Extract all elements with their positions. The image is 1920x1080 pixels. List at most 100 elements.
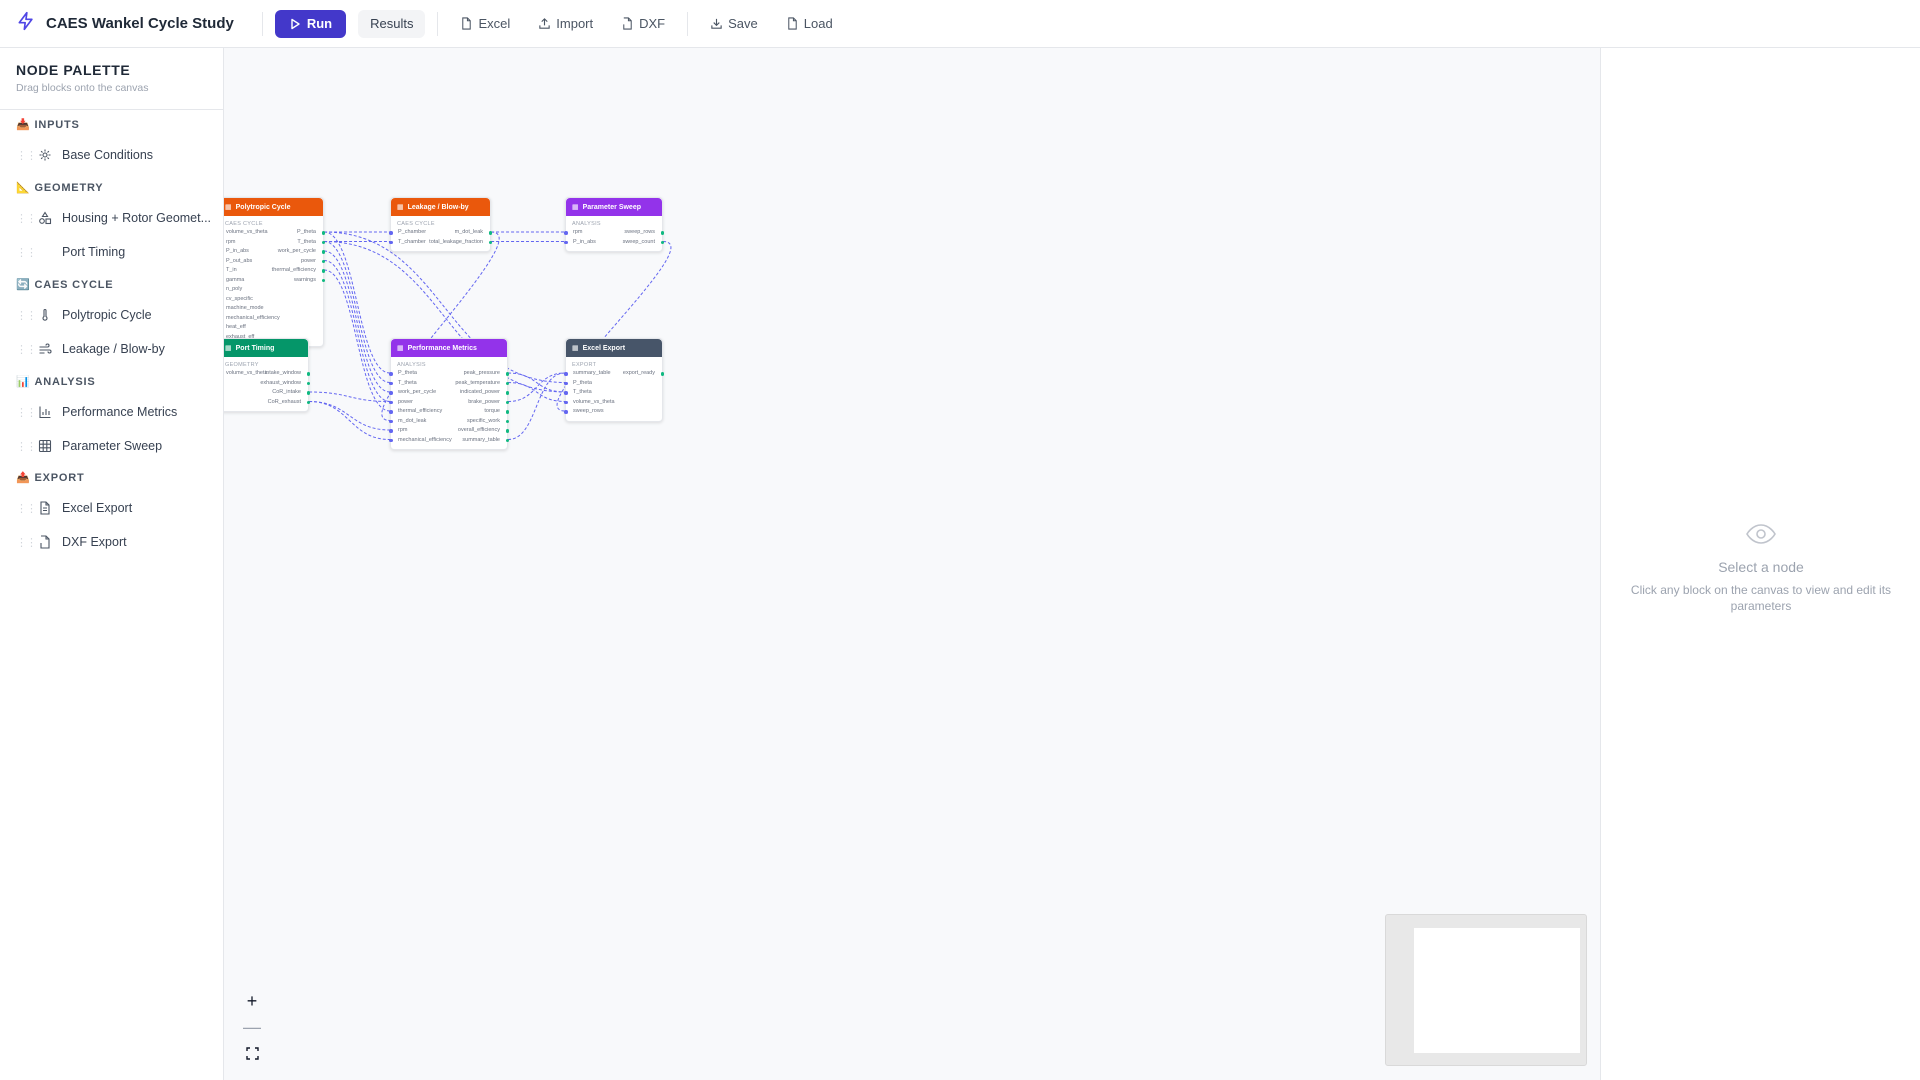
connection-wire[interactable] bbox=[308, 401, 391, 440]
connection-wire[interactable] bbox=[507, 372, 566, 402]
brand: CAES Wankel Cycle Study bbox=[16, 11, 234, 36]
node-title: Parameter Sweep bbox=[582, 203, 641, 211]
input-port-label: sweep_rows bbox=[573, 408, 604, 414]
flow-node-polytropic[interactable]: ▦ Polytropic Cycle CAES CYCLE volume_vs_the… bbox=[224, 197, 325, 347]
output-port-label: summary_table bbox=[462, 436, 500, 443]
run-button[interactable]: Run bbox=[274, 9, 347, 38]
output-port-label: sweep_rows bbox=[624, 229, 655, 235]
palette-item-leakage-blow-by[interactable]: ⋮⋮ Leakage / Blow-by bbox=[16, 336, 216, 362]
output-handle[interactable] bbox=[321, 269, 325, 273]
output-handle[interactable] bbox=[660, 240, 664, 244]
output-handle[interactable] bbox=[660, 231, 664, 235]
output-handle[interactable] bbox=[321, 278, 325, 282]
drag-handle-icon[interactable]: ⋮⋮ bbox=[16, 343, 38, 356]
input-handle[interactable] bbox=[564, 231, 568, 235]
connection-wire[interactable] bbox=[308, 401, 391, 431]
connection-wire[interactable] bbox=[323, 241, 391, 383]
input-handle[interactable] bbox=[389, 410, 393, 414]
palette-item-performance-metrics[interactable]: ⋮⋮ Performance Metrics bbox=[16, 399, 216, 425]
palette-item-dxf-export[interactable]: ⋮⋮ DXF Export bbox=[16, 529, 216, 555]
output-handle[interactable] bbox=[505, 391, 509, 395]
input-handle[interactable] bbox=[564, 410, 568, 414]
output-handle[interactable] bbox=[505, 419, 509, 423]
node-header[interactable]: ▦ Port Timing bbox=[224, 339, 308, 357]
output-handle[interactable] bbox=[306, 381, 310, 385]
input-handle[interactable] bbox=[389, 372, 393, 376]
excel-button[interactable]: Excel bbox=[450, 10, 520, 38]
connection-wire[interactable] bbox=[323, 260, 391, 402]
palette-item-base-conditions[interactable]: ⋮⋮ Base Conditions bbox=[16, 142, 216, 168]
dxf-button[interactable]: DXF bbox=[611, 10, 675, 38]
drag-handle-icon[interactable]: ⋮⋮ bbox=[16, 246, 38, 259]
output-handle[interactable] bbox=[306, 391, 310, 395]
drag-handle-icon[interactable]: ⋮⋮ bbox=[16, 406, 38, 419]
palette-item-port-timing[interactable]: ⋮⋮ Port Timing bbox=[16, 239, 216, 265]
bar-chart-icon bbox=[38, 405, 52, 419]
input-handle[interactable] bbox=[389, 240, 393, 244]
input-handle[interactable] bbox=[389, 429, 393, 433]
output-handle[interactable] bbox=[306, 372, 310, 376]
results-button[interactable]: Results bbox=[358, 9, 426, 38]
palette-item-housing-rotor-geometry[interactable]: ⋮⋮ Housing + Rotor Geomet... bbox=[16, 205, 216, 231]
flow-canvas[interactable]: ▦ Polytropic Cycle CAES CYCLE volume_vs_the… bbox=[224, 48, 1600, 1080]
drag-handle-icon[interactable]: ⋮⋮ bbox=[16, 309, 38, 322]
zoom-out-button[interactable]: — bbox=[243, 1014, 261, 1040]
output-handle[interactable] bbox=[488, 231, 492, 235]
input-handle[interactable] bbox=[389, 381, 393, 385]
node-header[interactable]: ▦ Performance Metrics bbox=[391, 339, 507, 357]
load-button[interactable]: Load bbox=[776, 10, 843, 38]
output-handle[interactable] bbox=[660, 372, 664, 376]
flow-node-sweep[interactable]: ▦ Parameter Sweep ANALYSIS rpm sweep_rows P_i… bbox=[564, 197, 664, 252]
output-handle[interactable] bbox=[321, 231, 325, 235]
palette-item-parameter-sweep[interactable]: ⋮⋮ Parameter Sweep bbox=[16, 433, 216, 459]
input-handle[interactable] bbox=[564, 400, 568, 404]
palette-item-polytropic-cycle[interactable]: ⋮⋮ Polytropic Cycle bbox=[16, 302, 216, 328]
node-header[interactable]: ▦ Leakage / Blow-by bbox=[391, 198, 490, 216]
drag-handle-icon[interactable]: ⋮⋮ bbox=[16, 212, 38, 225]
minimap-viewport[interactable] bbox=[1414, 928, 1580, 1053]
input-handle[interactable] bbox=[564, 240, 568, 244]
flow-node-port[interactable]: ▦ Port Timing GEOMETRY volume_vs_theta intak… bbox=[224, 338, 310, 412]
drag-handle-icon[interactable]: ⋮⋮ bbox=[16, 440, 38, 453]
output-handle[interactable] bbox=[505, 410, 509, 414]
input-handle[interactable] bbox=[389, 400, 393, 404]
results-button-label: Results bbox=[370, 16, 414, 31]
flow-node-performance[interactable]: ▦ Performance Metrics ANALYSIS P_theta peak_… bbox=[389, 338, 509, 450]
input-handle[interactable] bbox=[389, 438, 393, 442]
minimap[interactable] bbox=[1385, 914, 1587, 1066]
input-handle[interactable] bbox=[389, 419, 393, 423]
output-handle[interactable] bbox=[505, 438, 509, 442]
output-handle[interactable] bbox=[505, 429, 509, 433]
output-handle[interactable] bbox=[505, 372, 509, 376]
import-button[interactable]: Import bbox=[528, 10, 603, 38]
output-handle[interactable] bbox=[321, 240, 325, 244]
fit-view-button[interactable] bbox=[245, 1040, 259, 1066]
node-header[interactable]: ▦ Polytropic Cycle bbox=[224, 198, 323, 216]
node-header[interactable]: ▦ Parameter Sweep bbox=[566, 198, 662, 216]
palette-item-label: Housing + Rotor Geomet... bbox=[62, 211, 212, 225]
input-port-label: mechanical_efficiency bbox=[398, 436, 452, 443]
zoom-in-button[interactable]: + bbox=[247, 988, 258, 1014]
connection-wire[interactable] bbox=[323, 269, 391, 412]
output-handle[interactable] bbox=[505, 400, 509, 404]
drag-handle-icon[interactable]: ⋮⋮ bbox=[16, 502, 38, 515]
input-handle[interactable] bbox=[564, 381, 568, 385]
output-handle[interactable] bbox=[321, 250, 325, 254]
node-header[interactable]: ▦ Excel Export bbox=[566, 339, 662, 357]
output-handle[interactable] bbox=[505, 381, 509, 385]
palette-item-excel-export[interactable]: ⋮⋮ Excel Export bbox=[16, 495, 216, 521]
input-handle[interactable] bbox=[389, 231, 393, 235]
connection-wire[interactable] bbox=[323, 250, 391, 393]
flow-node-excel[interactable]: ▦ Excel Export EXPORT summary_table export_r… bbox=[564, 338, 664, 422]
output-handle[interactable] bbox=[321, 259, 325, 263]
input-handle[interactable] bbox=[564, 391, 568, 395]
connection-wire[interactable] bbox=[323, 231, 391, 374]
input-handle[interactable] bbox=[564, 372, 568, 376]
drag-handle-icon[interactable]: ⋮⋮ bbox=[16, 536, 38, 549]
save-button[interactable]: Save bbox=[700, 10, 768, 38]
flow-node-leakage[interactable]: ▦ Leakage / Blow-by CAES CYCLE P_chamber m_d… bbox=[389, 197, 492, 252]
output-handle[interactable] bbox=[488, 240, 492, 244]
output-handle[interactable] bbox=[306, 400, 310, 404]
drag-handle-icon[interactable]: ⋮⋮ bbox=[16, 149, 38, 162]
input-handle[interactable] bbox=[389, 391, 393, 395]
